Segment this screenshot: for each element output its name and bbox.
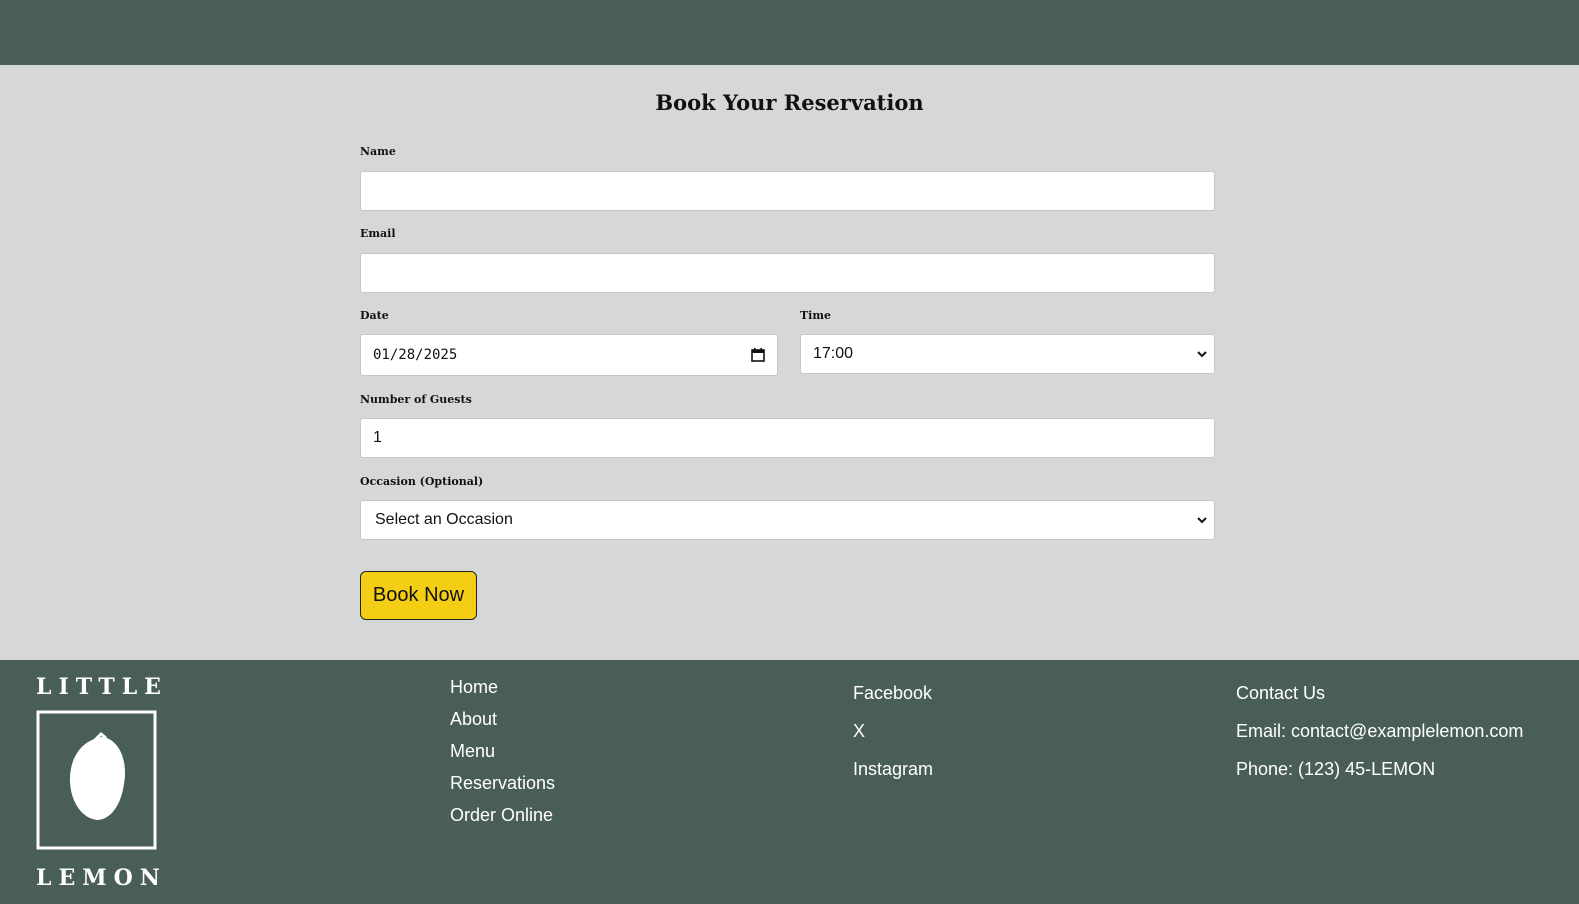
name-label: Name — [360, 145, 396, 158]
contact-email[interactable]: Email: contact@examplelemon.com — [1236, 721, 1523, 742]
calendar-icon[interactable] — [751, 348, 765, 362]
footer-link-home[interactable]: Home — [450, 677, 498, 698]
contact-phone[interactable]: Phone: (123) 45-LEMON — [1236, 759, 1435, 780]
time-value: 17:00 — [813, 345, 854, 362]
footer-link-x[interactable]: X — [853, 721, 865, 742]
logo-text-top: LITTLE — [36, 674, 168, 700]
book-now-button[interactable]: Book Now — [360, 571, 477, 620]
time-select[interactable]: 17:00 — [800, 334, 1215, 374]
guests-label: Number of Guests — [360, 393, 472, 406]
occasion-select[interactable]: Select an Occasion — [360, 500, 1215, 540]
date-label: Date — [360, 309, 389, 322]
chevron-down-icon — [1197, 517, 1207, 524]
lemon-icon — [36, 710, 157, 850]
footer: LITTLE LEMON Home About Menu Reservation… — [0, 660, 1579, 904]
name-input[interactable] — [360, 171, 1215, 211]
footer-link-instagram[interactable]: Instagram — [853, 759, 933, 780]
footer-link-menu[interactable]: Menu — [450, 741, 495, 762]
guests-input[interactable]: 1 — [360, 418, 1215, 458]
footer-link-facebook[interactable]: Facebook — [853, 683, 932, 704]
little-lemon-logo[interactable]: LITTLE LEMON — [36, 674, 168, 896]
occasion-value: Select an Occasion — [375, 511, 513, 528]
date-input[interactable]: 01/28/2025 — [360, 334, 778, 376]
time-label: Time — [800, 309, 832, 322]
email-input[interactable] — [360, 253, 1215, 293]
chevron-down-icon — [1197, 351, 1207, 358]
footer-link-about[interactable]: About — [450, 709, 497, 730]
date-value: 01/28/2025 — [373, 347, 458, 363]
logo-text-bottom: LEMON — [36, 865, 167, 891]
contact-heading: Contact Us — [1236, 683, 1326, 703]
header-bar — [0, 0, 1579, 65]
reservation-section: Book Your Reservation Name Email Date 01… — [0, 65, 1579, 660]
footer-link-order-online[interactable]: Order Online — [450, 805, 553, 826]
occasion-label: Occasion (Optional) — [360, 475, 484, 488]
footer-link-reservations[interactable]: Reservations — [450, 773, 555, 794]
email-label: Email — [360, 227, 396, 240]
page-title: Book Your Reservation — [655, 90, 924, 115]
